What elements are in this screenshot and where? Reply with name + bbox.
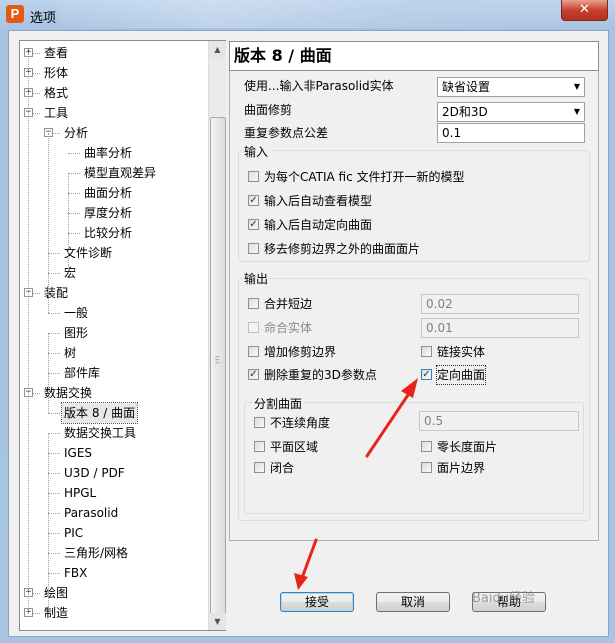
window-frame: P 选项 ✕ + 查看 + 形体 + 格式 − 工具 − 分析 曲率分析 模型直观差异 曲面分析 厚度分析… — [0, 0, 615, 643]
annotation-arrows — [294, 378, 418, 590]
watermark: Baidu经验 — [472, 591, 535, 606]
arrow-to-orient-surface — [365, 378, 418, 458]
arrow-to-accept-button — [294, 538, 318, 590]
